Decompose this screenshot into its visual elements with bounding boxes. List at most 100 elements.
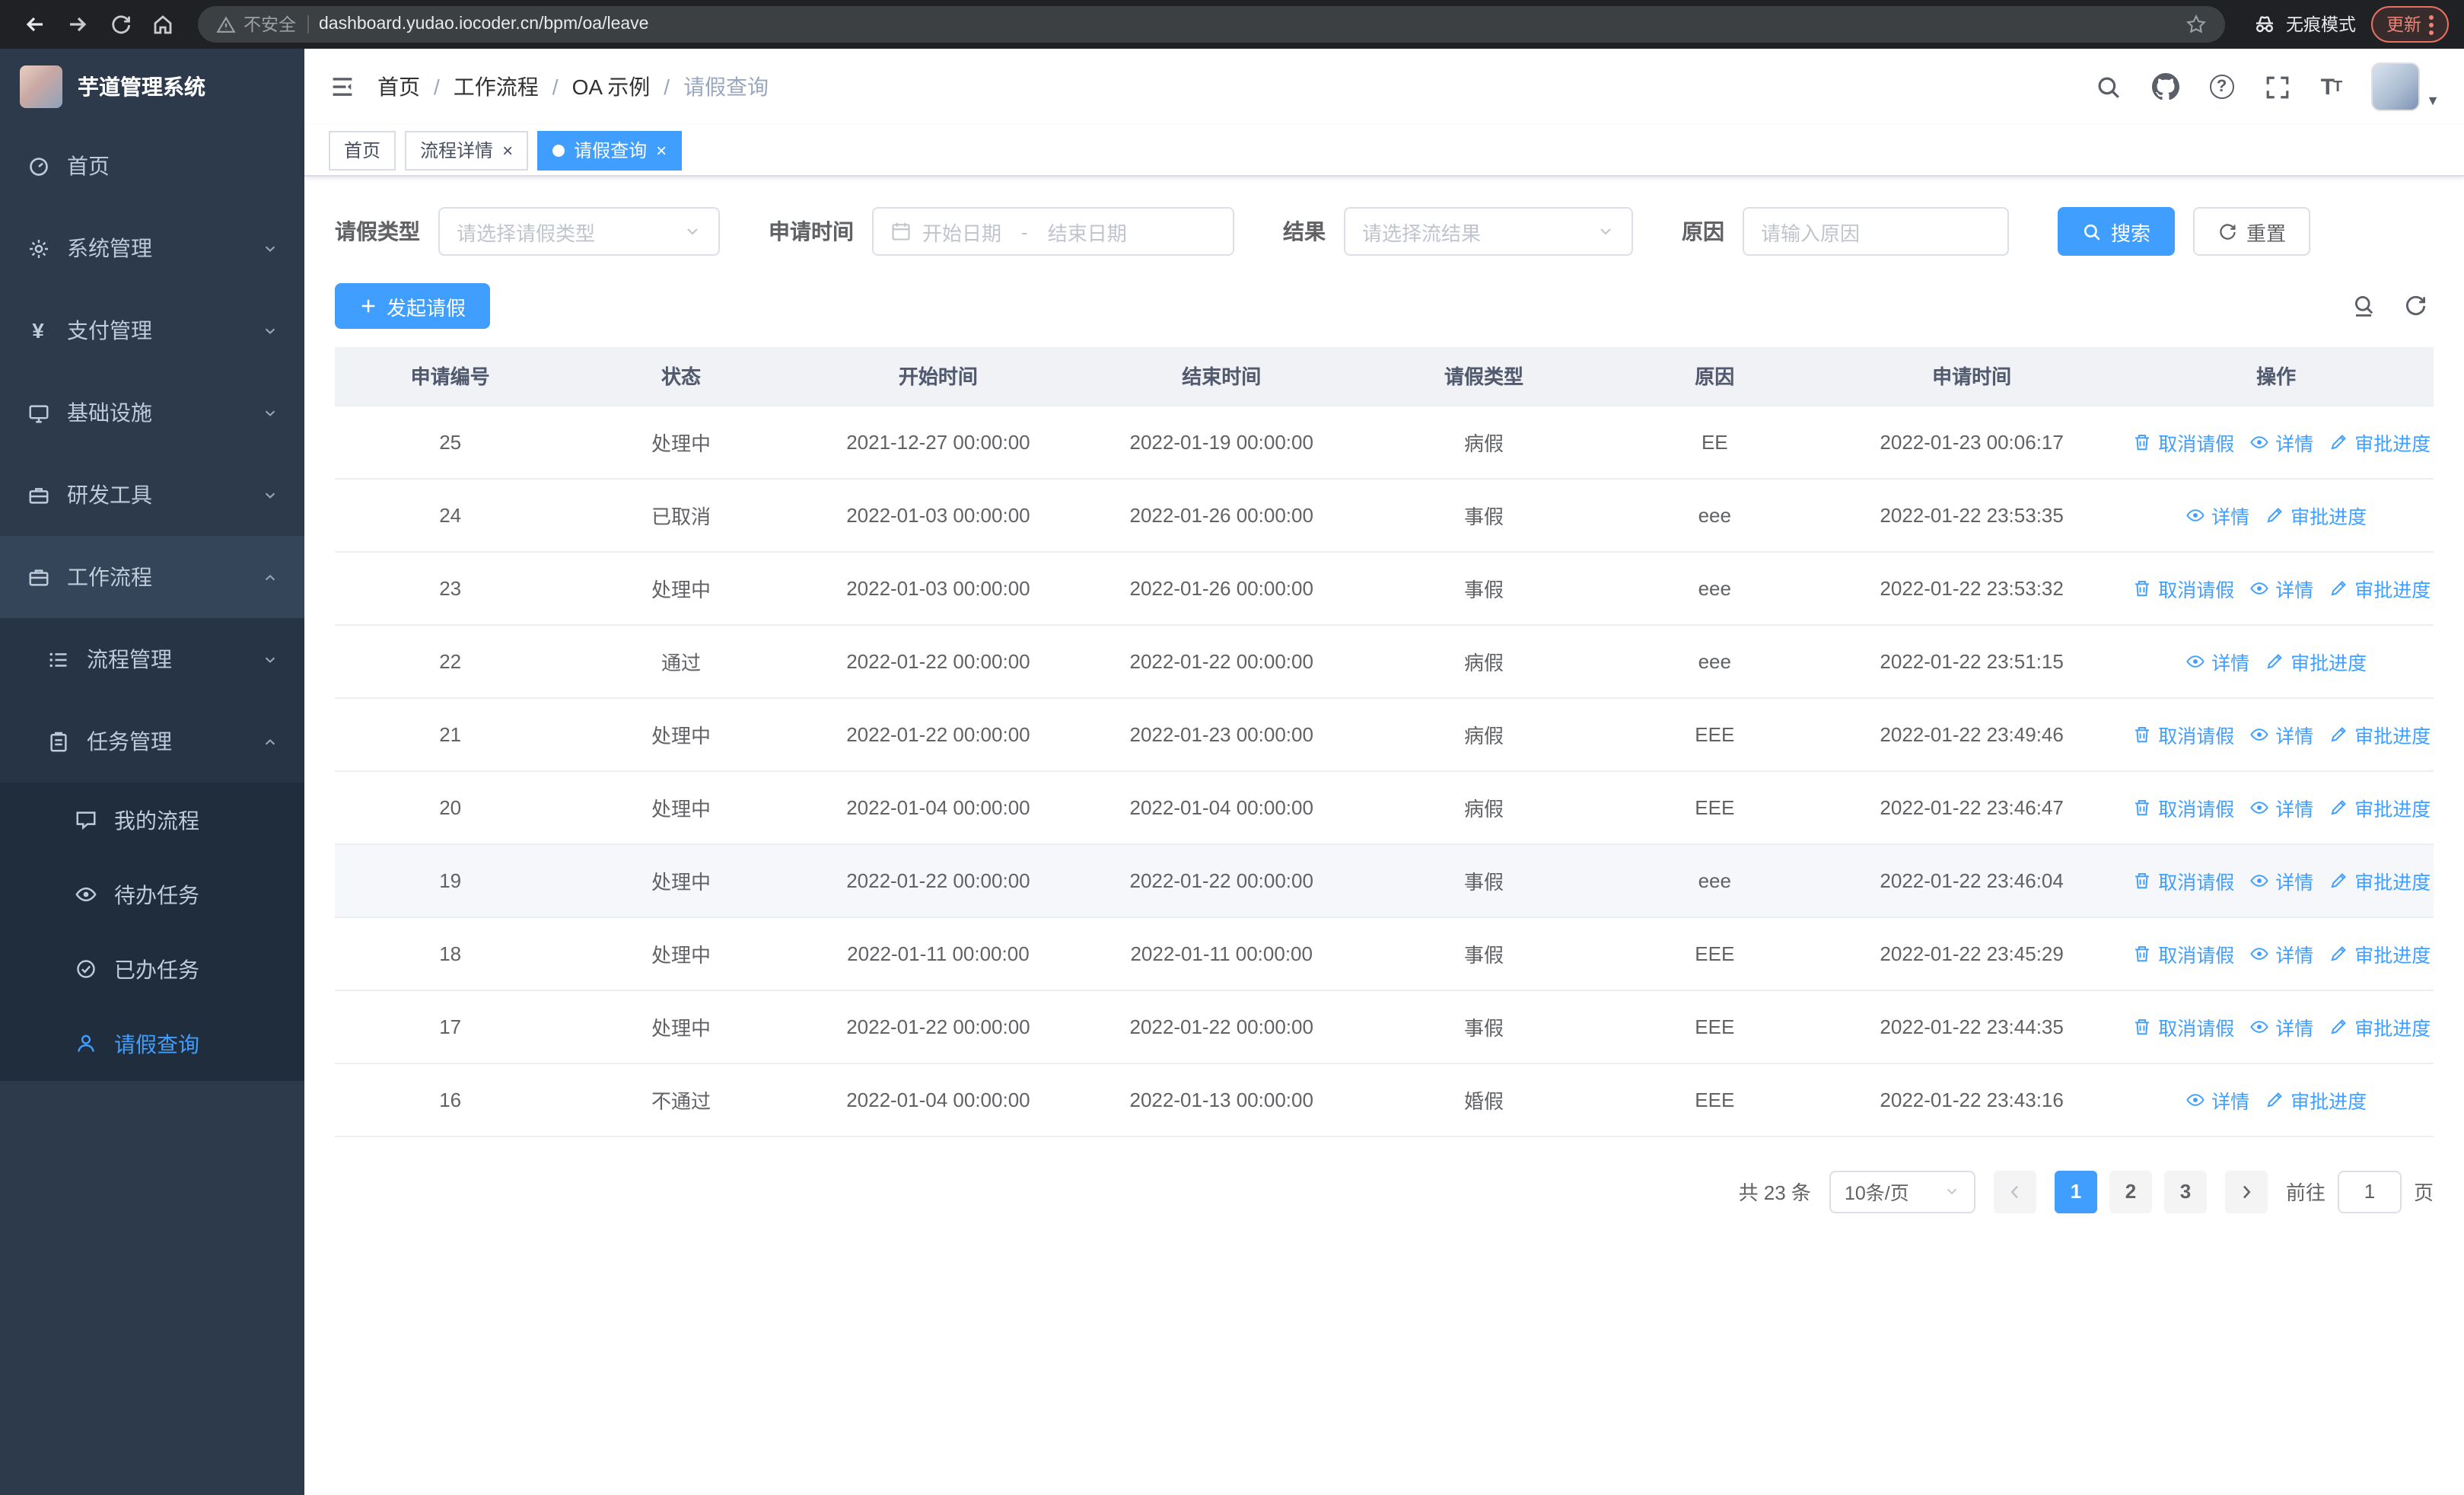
goto-page-input[interactable] [2337, 1170, 2402, 1213]
detail-link[interactable]: 详情 [2249, 792, 2313, 821]
home-icon[interactable] [143, 5, 183, 44]
search-icon[interactable] [2096, 74, 2122, 100]
leave-type-select[interactable]: 请选择请假类型 [438, 207, 720, 256]
sidebar-item-leave-query[interactable]: 请假查询 [0, 1006, 304, 1081]
page-size-select[interactable]: 10条/页 [1829, 1170, 1975, 1213]
detail-link[interactable]: 详情 [2249, 719, 2313, 748]
next-page-button[interactable] [2224, 1170, 2268, 1213]
eye-icon [2185, 650, 2205, 671]
tab-home[interactable]: 首页 [329, 130, 396, 170]
sidebar-item-home[interactable]: 首页 [0, 125, 304, 207]
cancel-leave-link[interactable]: 取消请假 [2132, 573, 2234, 602]
apply-time-cell: 2022-01-22 23:44:35 [1825, 990, 2119, 1063]
cancel-leave-link[interactable]: 取消请假 [2132, 1012, 2234, 1041]
page-button-3[interactable]: 3 [2163, 1170, 2207, 1213]
detail-link[interactable]: 详情 [2185, 646, 2249, 675]
sidebar-item-infra[interactable]: 基础设施 [0, 371, 304, 454]
cancel-leave-link[interactable]: 取消请假 [2132, 865, 2234, 894]
date-range-picker[interactable]: 开始日期 - 结束日期 [872, 207, 1234, 256]
user-menu[interactable]: ▼ [2371, 62, 2440, 111]
detail-link[interactable]: 详情 [2249, 427, 2313, 456]
cancel-leave-link[interactable]: 取消请假 [2132, 939, 2234, 967]
approval-progress-link[interactable]: 审批进度 [2329, 573, 2431, 602]
sidebar-item-workflow[interactable]: 工作流程 [0, 536, 304, 618]
edit-icon [2329, 577, 2348, 598]
forward-icon[interactable] [58, 5, 97, 44]
hide-search-icon[interactable] [2351, 294, 2376, 318]
app-logo[interactable]: 芋道管理系统 [0, 49, 304, 125]
refresh-icon[interactable] [2403, 294, 2427, 318]
create-leave-button[interactable]: 发起请假 [335, 283, 491, 329]
end-time-cell: 2022-01-22 00:00:00 [1080, 624, 1364, 698]
sidebar-item-process-mgmt[interactable]: 流程管理 [0, 618, 304, 700]
start-time-cell: 2022-01-04 00:00:00 [796, 1063, 1081, 1136]
page-button-2[interactable]: 2 [2109, 1170, 2152, 1213]
approval-progress-link[interactable]: 审批进度 [2329, 427, 2431, 456]
approval-progress-link[interactable]: 审批进度 [2329, 865, 2431, 894]
end-time-cell: 2022-01-04 00:00:00 [1080, 770, 1364, 844]
approval-progress-link[interactable]: 审批进度 [2265, 646, 2367, 675]
sidebar-item-system[interactable]: 系统管理 [0, 207, 304, 289]
star-icon[interactable] [2185, 14, 2207, 35]
page-button-1[interactable]: 1 [2054, 1170, 2097, 1213]
fullscreen-icon[interactable] [2265, 74, 2291, 100]
detail-link[interactable]: 详情 [2249, 573, 2313, 602]
edit-icon [2329, 796, 2348, 818]
reload-icon[interactable] [100, 5, 140, 44]
detail-link[interactable]: 详情 [2249, 865, 2313, 894]
security-chip[interactable]: 不安全 [216, 12, 296, 37]
search-button-label: 搜索 [2111, 222, 2151, 244]
approval-progress-link[interactable]: 审批进度 [2265, 500, 2367, 529]
eye-icon [2249, 577, 2269, 598]
breadcrumb-item[interactable]: 工作流程 [454, 72, 539, 102]
reason-input[interactable]: 请输入原因 [1743, 207, 2009, 256]
font-size-icon[interactable]: TT [2321, 74, 2343, 100]
detail-link[interactable]: 详情 [2185, 1085, 2249, 1114]
reason-cell: EEE [1604, 1063, 1826, 1136]
tab-leave-query[interactable]: 请假查询 × [537, 130, 683, 170]
sidebar-item-payment[interactable]: ¥ 支付管理 [0, 289, 304, 371]
result-select[interactable]: 请选择流结果 [1344, 207, 1633, 256]
sidebar-item-task-mgmt[interactable]: 任务管理 [0, 700, 304, 783]
breadcrumb-item[interactable]: 首页 [377, 72, 420, 102]
leave-type-cell: 事假 [1363, 551, 1605, 625]
detail-link[interactable]: 详情 [2249, 1012, 2313, 1041]
close-icon[interactable]: × [502, 141, 513, 159]
approval-progress-link[interactable]: 审批进度 [2329, 719, 2431, 748]
cancel-leave-link[interactable]: 取消请假 [2132, 719, 2234, 748]
approval-progress-link[interactable]: 审批进度 [2329, 1012, 2431, 1041]
hamburger-icon[interactable] [329, 73, 356, 100]
breadcrumb-item[interactable]: OA 示例 [572, 72, 651, 102]
navbar-actions: ? TT ▼ [2096, 62, 2440, 111]
edit-icon [2329, 869, 2348, 891]
approval-progress-link[interactable]: 审批进度 [2329, 939, 2431, 967]
detail-link[interactable]: 详情 [2249, 939, 2313, 967]
tab-process-detail[interactable]: 流程详情 × [405, 130, 529, 170]
prev-page-button[interactable] [1993, 1170, 2036, 1213]
end-date-placeholder: 结束日期 [1047, 222, 1127, 244]
search-button[interactable]: 搜索 [2058, 207, 2176, 256]
url-text[interactable]: dashboard.yudao.iocoder.cn/bpm/oa/leave [319, 15, 2175, 33]
help-icon[interactable]: ? [2209, 75, 2234, 99]
approval-progress-link[interactable]: 审批进度 [2329, 792, 2431, 821]
sidebar-item-devtools[interactable]: 研发工具 [0, 454, 304, 536]
sidebar-item-my-process[interactable]: 我的流程 [0, 783, 304, 857]
start-time-cell: 2022-01-22 00:00:00 [796, 624, 1081, 698]
sidebar-item-label: 基础设施 [67, 400, 152, 425]
reason-label: 原因 [1682, 219, 1724, 244]
detail-link[interactable]: 详情 [2185, 500, 2249, 529]
start-time-cell: 2022-01-22 00:00:00 [796, 697, 1081, 771]
sidebar-item-done-tasks[interactable]: 已办任务 [0, 932, 304, 1006]
sidebar-item-todo-tasks[interactable]: 待办任务 [0, 857, 304, 932]
reset-button[interactable]: 重置 [2193, 207, 2311, 256]
cancel-leave-link[interactable]: 取消请假 [2132, 792, 2234, 821]
calendar-icon [890, 221, 912, 242]
github-icon[interactable] [2151, 73, 2179, 100]
update-button[interactable]: 更新 [2371, 6, 2449, 43]
chevron-down-icon [262, 651, 279, 668]
url-bar[interactable]: 不安全 dashboard.yudao.iocoder.cn/bpm/oa/le… [198, 6, 2225, 43]
cancel-leave-link[interactable]: 取消请假 [2132, 427, 2234, 456]
back-icon[interactable] [15, 5, 55, 44]
close-icon[interactable]: × [656, 141, 667, 159]
approval-progress-link[interactable]: 审批进度 [2265, 1085, 2367, 1114]
